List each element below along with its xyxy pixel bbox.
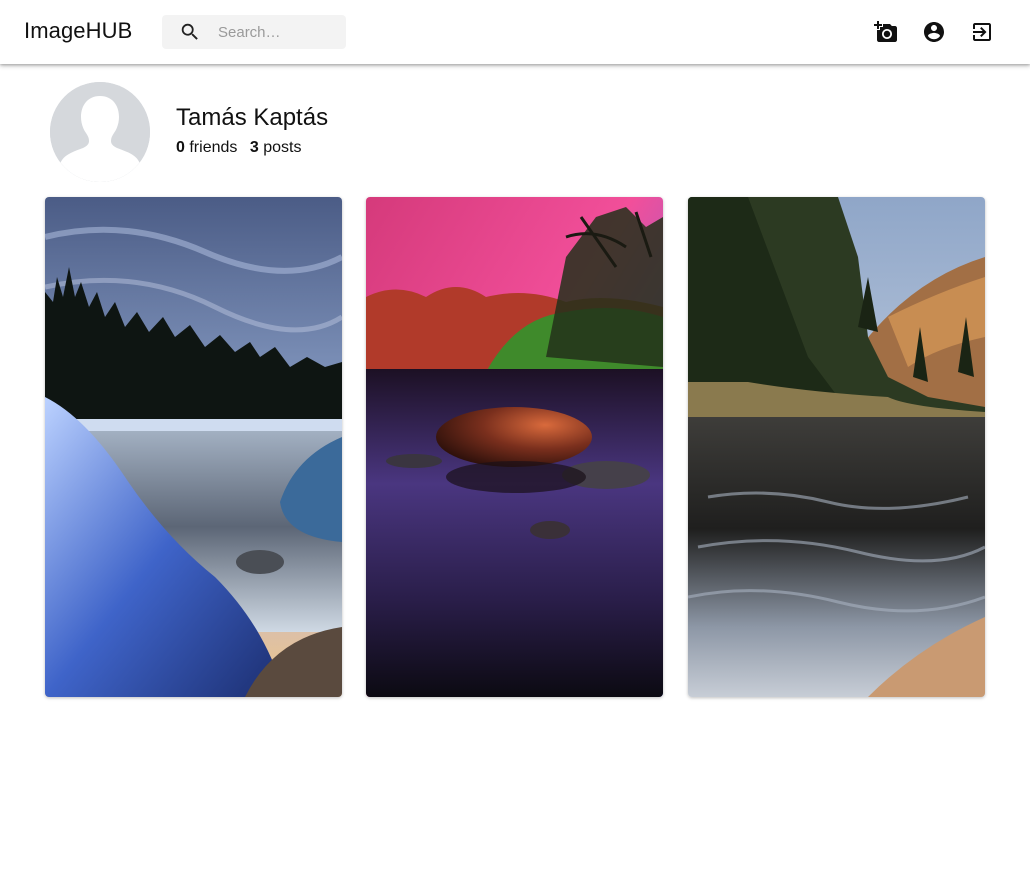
posts-label: posts (263, 139, 302, 156)
frosty-lake-photo (45, 197, 342, 697)
friends-count: 0 (176, 139, 185, 156)
profile-name: Tamás Kaptás (176, 104, 329, 131)
person-silhouette-icon (50, 82, 150, 182)
app-title[interactable]: ImageHUB (24, 18, 132, 44)
posts-count: 3 (249, 139, 259, 156)
autumn-river-photo (688, 197, 985, 697)
post-card[interactable] (366, 197, 663, 697)
account-button[interactable] (922, 20, 946, 44)
friends-label: friends (189, 139, 238, 156)
search-input[interactable] (218, 15, 338, 49)
sunset-lake-rocks-photo (366, 197, 663, 697)
search-icon (179, 21, 201, 43)
post-card[interactable] (688, 197, 985, 697)
logout-button[interactable] (970, 20, 994, 44)
profile-stats: 0 friends 3 posts (176, 139, 301, 157)
account-circle-icon (922, 20, 946, 44)
logout-icon (970, 20, 994, 44)
add-photo-button[interactable] (874, 20, 898, 44)
avatar (50, 82, 150, 182)
app-bar: ImageHUB (0, 0, 1030, 64)
search-box[interactable] (162, 15, 346, 49)
post-card[interactable] (45, 197, 342, 697)
add-photo-icon (874, 20, 898, 44)
